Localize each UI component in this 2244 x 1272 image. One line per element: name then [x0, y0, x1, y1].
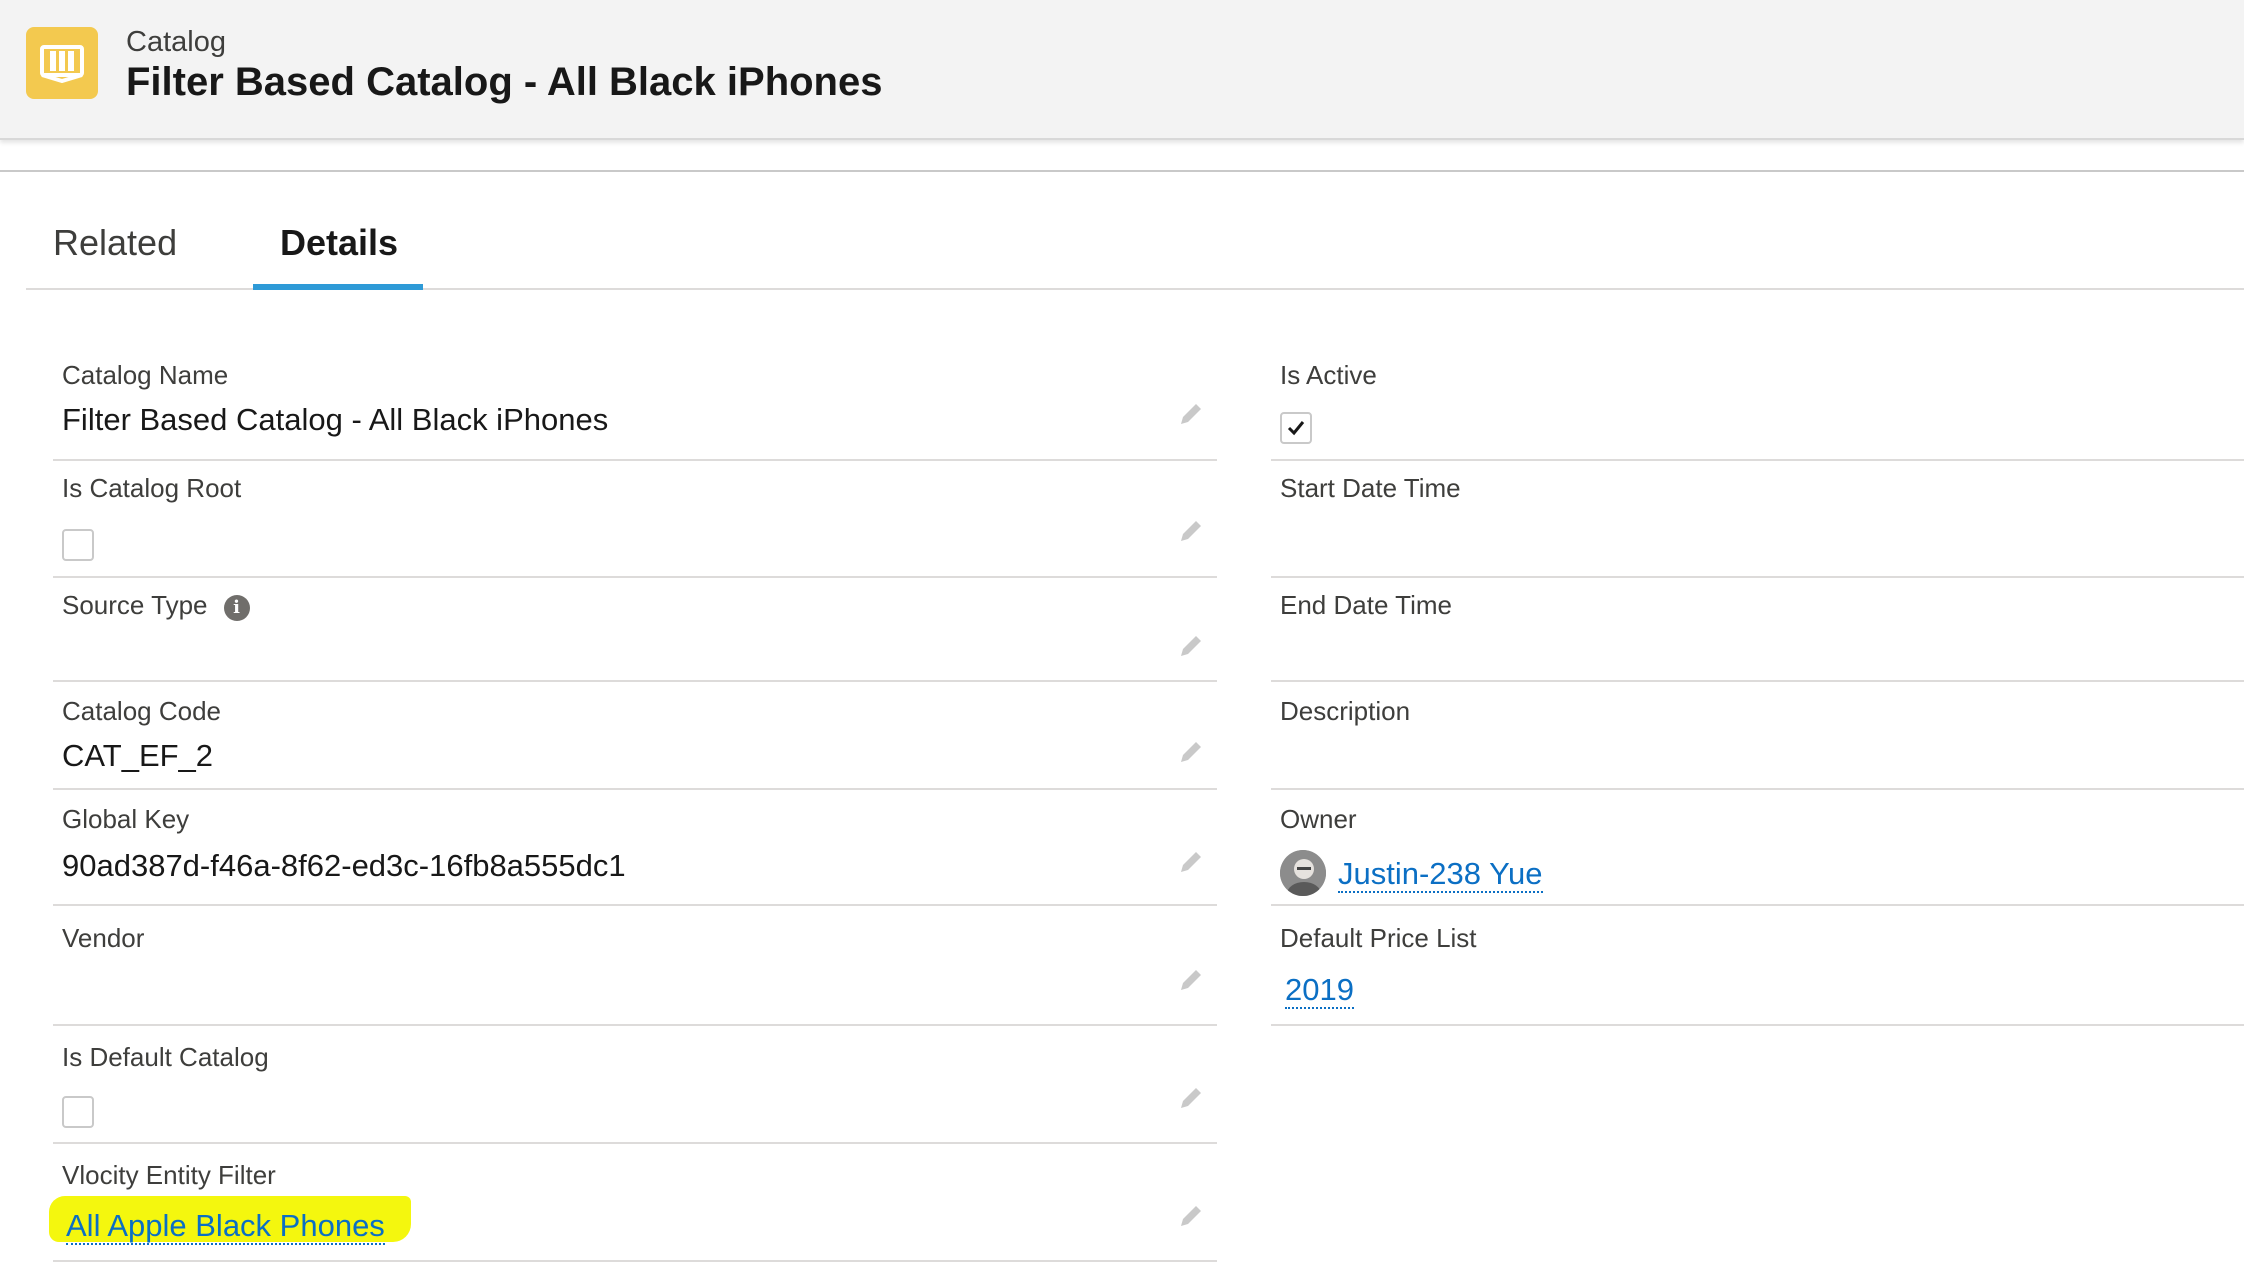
checkmark-icon	[1287, 421, 1305, 436]
field-label: Catalog Code	[62, 696, 221, 726]
field-source-type: Source Type i	[53, 578, 1217, 682]
pencil-edit-icon[interactable]	[1177, 738, 1205, 766]
field-label: Source Type i	[62, 590, 250, 621]
field-is-active: Is Active	[1271, 352, 2244, 461]
pencil-edit-icon[interactable]	[1177, 632, 1205, 660]
source-type-label: Source Type	[62, 590, 208, 620]
field-label: Owner	[1280, 804, 1357, 834]
field-default-price-list: Default Price List 2019	[1271, 906, 2244, 1026]
field-value: 90ad387d-f46a-8f62-ed3c-16fb8a555dc1	[62, 848, 626, 883]
field-label: Is Default Catalog	[62, 1042, 269, 1072]
field-value: Justin-238 Yue	[1338, 856, 1543, 893]
is-default-catalog-checkbox[interactable]	[62, 1096, 94, 1128]
field-catalog-name: Catalog Name Filter Based Catalog - All …	[53, 352, 1217, 461]
pencil-edit-icon[interactable]	[1177, 1084, 1205, 1112]
pencil-edit-icon[interactable]	[1177, 1202, 1205, 1230]
field-value: 2019	[1285, 972, 1354, 1009]
divider	[0, 170, 2244, 172]
tab-related[interactable]: Related	[53, 222, 177, 264]
avatar[interactable]	[1280, 850, 1326, 896]
field-label: Global Key	[62, 804, 190, 834]
field-label: Default Price List	[1280, 923, 1477, 953]
field-description: Description	[1271, 682, 2244, 790]
field-value: CAT_EF_2	[62, 738, 214, 773]
field-label: Vendor	[62, 923, 145, 953]
pencil-edit-icon[interactable]	[1177, 517, 1205, 545]
info-icon[interactable]: i	[223, 595, 250, 621]
catalog-book-icon	[26, 27, 98, 99]
object-type-label: Catalog	[126, 26, 226, 58]
field-label: Description	[1280, 696, 1411, 726]
page-title: Filter Based Catalog - All Black iPhones	[126, 60, 883, 104]
price-list-link[interactable]: 2019	[1285, 972, 1354, 1009]
field-end-date-time: End Date Time	[1271, 578, 2244, 682]
field-label: Is Active	[1280, 360, 1377, 390]
owner-link[interactable]: Justin-238 Yue	[1338, 856, 1543, 893]
field-label: Catalog Name	[62, 360, 229, 390]
pencil-edit-icon[interactable]	[1177, 400, 1205, 428]
is-active-checkbox[interactable]	[1280, 412, 1312, 444]
field-owner: Owner Justin-238 Yue	[1271, 790, 2244, 906]
field-label: Is Catalog Root	[62, 473, 242, 503]
entity-filter-link[interactable]: All Apple Black Phones	[66, 1208, 385, 1245]
field-label: Start Date Time	[1280, 473, 1461, 503]
record-header: Catalog Filter Based Catalog - All Black…	[0, 0, 2244, 140]
active-tab-indicator	[253, 284, 423, 290]
pencil-edit-icon[interactable]	[1177, 966, 1205, 994]
tab-details[interactable]: Details	[280, 222, 398, 264]
field-label: End Date Time	[1280, 590, 1452, 620]
field-is-catalog-root: Is Catalog Root	[53, 461, 1217, 578]
field-value: All Apple Black Phones	[66, 1208, 385, 1245]
is-catalog-root-checkbox[interactable]	[62, 529, 94, 561]
field-vendor: Vendor	[53, 906, 1217, 1026]
pencil-edit-icon[interactable]	[1177, 848, 1205, 876]
field-catalog-code: Catalog Code CAT_EF_2	[53, 682, 1217, 790]
field-value: Filter Based Catalog - All Black iPhones	[62, 402, 609, 437]
field-is-default-catalog: Is Default Catalog	[53, 1026, 1217, 1144]
field-global-key: Global Key 90ad387d-f46a-8f62-ed3c-16fb8…	[53, 790, 1217, 906]
field-start-date-time: Start Date Time	[1271, 461, 2244, 578]
field-vlocity-entity-filter: Vlocity Entity Filter All Apple Black Ph…	[53, 1144, 1217, 1262]
field-label: Vlocity Entity Filter	[62, 1160, 276, 1190]
